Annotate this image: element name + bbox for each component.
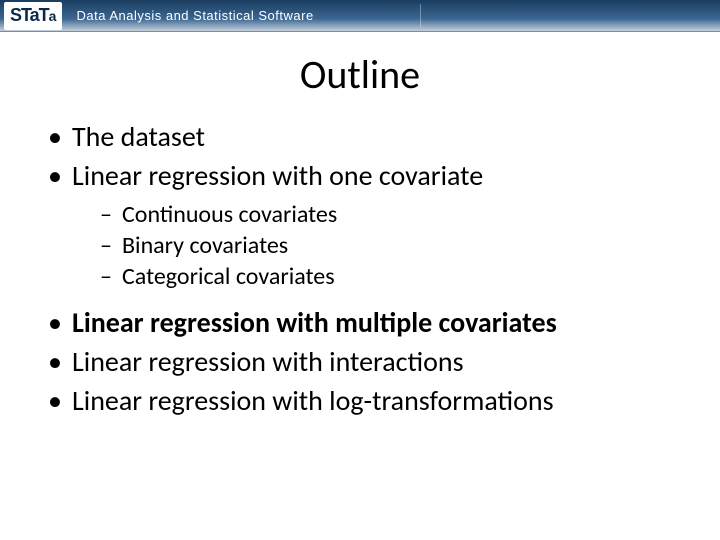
list-item: Binary covariates: [100, 230, 690, 261]
stata-logo: STaTa: [4, 2, 62, 30]
list-item: The dataset: [48, 119, 690, 154]
list-item: Linear regression with interactions: [48, 344, 690, 379]
bullet-list: The dataset Linear regression with one c…: [48, 119, 690, 418]
slide: STaTa Data Analysis and Statistical Soft…: [0, 0, 720, 540]
slide-title: Outline: [0, 50, 720, 99]
header-tagline: Data Analysis and Statistical Software: [76, 8, 313, 23]
list-item: Continuous covariates: [100, 199, 690, 230]
bullet-text: Linear regression with multiple covariat…: [72, 305, 557, 340]
list-item: Linear regression with one covariate Con…: [48, 158, 690, 293]
logo-main: STaT: [10, 5, 49, 26]
bullet-text: Categorical covariates: [122, 262, 335, 291]
logo-text: STaTa: [10, 5, 56, 26]
bullet-text: Continuous covariates: [122, 200, 337, 229]
sub-bullet-list: Continuous covariates Binary covariates …: [100, 199, 690, 293]
logo-suffix: a: [49, 8, 57, 24]
list-item: Linear regression with log-transformatio…: [48, 383, 690, 418]
bullet-text: Linear regression with one covariate: [72, 158, 483, 193]
bullet-text: Linear regression with interactions: [72, 344, 464, 379]
bullet-text: Linear regression with log-transformatio…: [72, 383, 554, 418]
header-bar: STaTa Data Analysis and Statistical Soft…: [0, 0, 720, 32]
bullet-text: The dataset: [72, 119, 205, 154]
list-item: Categorical covariates: [100, 261, 690, 292]
header-divider: [420, 4, 421, 27]
list-item: Linear regression with multiple covariat…: [48, 305, 690, 340]
bullet-text: Binary covariates: [122, 231, 288, 260]
slide-body: The dataset Linear regression with one c…: [0, 119, 720, 418]
